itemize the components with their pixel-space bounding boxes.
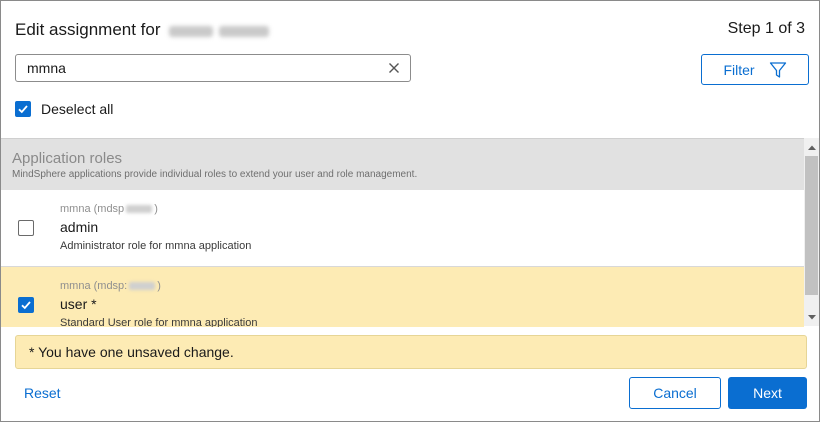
- group-subtitle: MindSphere applications provide individu…: [12, 169, 418, 180]
- reset-link[interactable]: Reset: [24, 385, 61, 401]
- unsaved-change-notice: * You have one unsaved change.: [15, 335, 807, 369]
- cancel-button[interactable]: Cancel: [629, 377, 721, 409]
- funnel-icon: [769, 61, 786, 78]
- role-app-prefix: mmna (mdsp:: [60, 280, 128, 292]
- group-header: Application roles MindSphere application…: [1, 139, 804, 190]
- role-app-suffix: ): [154, 203, 158, 215]
- role-checkbox-admin[interactable]: [18, 220, 34, 236]
- edit-assignment-dialog: Edit assignment for Step 1 of 3 Filter D…: [0, 0, 820, 422]
- roles-list: Application roles MindSphere application…: [1, 138, 804, 327]
- next-button[interactable]: Next: [728, 377, 807, 409]
- checkbox-checked-icon[interactable]: [15, 101, 31, 117]
- dialog-header: Edit assignment for Step 1 of 3: [15, 20, 805, 42]
- role-name: user *: [60, 296, 97, 312]
- role-checkbox-user[interactable]: [18, 297, 34, 313]
- redacted-tenant: [129, 282, 156, 291]
- redacted-tenant: [126, 205, 153, 214]
- step-indicator: Step 1 of 3: [727, 20, 805, 37]
- role-row-admin[interactable]: mmna (mdsp) admin Administrator role for…: [1, 190, 804, 267]
- dialog-title: Edit assignment for: [15, 20, 275, 41]
- scroll-down-icon[interactable]: [804, 309, 819, 324]
- search-input[interactable]: [16, 55, 387, 81]
- deselect-all-label: Deselect all: [41, 101, 114, 117]
- role-description: Standard User role for mmna application: [60, 317, 258, 327]
- filter-button[interactable]: Filter: [701, 54, 809, 85]
- redacted-user-name: [169, 21, 275, 41]
- filter-button-label: Filter: [723, 61, 755, 78]
- role-app-suffix: ): [157, 280, 161, 292]
- role-name: admin: [60, 219, 99, 235]
- role-app-id: mmna (mdsp:): [60, 280, 161, 292]
- group-title: Application roles: [12, 150, 123, 167]
- scroll-thumb[interactable]: [805, 156, 818, 295]
- close-icon[interactable]: [386, 60, 402, 76]
- role-row-user[interactable]: mmna (mdsp:) user * Standard User role f…: [1, 267, 804, 327]
- deselect-all-checkbox[interactable]: Deselect all: [15, 99, 113, 119]
- scroll-up-icon[interactable]: [804, 140, 819, 155]
- search-box: [15, 54, 411, 82]
- list-scrollbar[interactable]: [804, 138, 819, 326]
- role-app-id: mmna (mdsp): [60, 203, 158, 215]
- role-app-prefix: mmna (mdsp: [60, 203, 125, 215]
- role-description: Administrator role for mmna application: [60, 240, 252, 252]
- dialog-title-text: Edit assignment for: [15, 20, 161, 39]
